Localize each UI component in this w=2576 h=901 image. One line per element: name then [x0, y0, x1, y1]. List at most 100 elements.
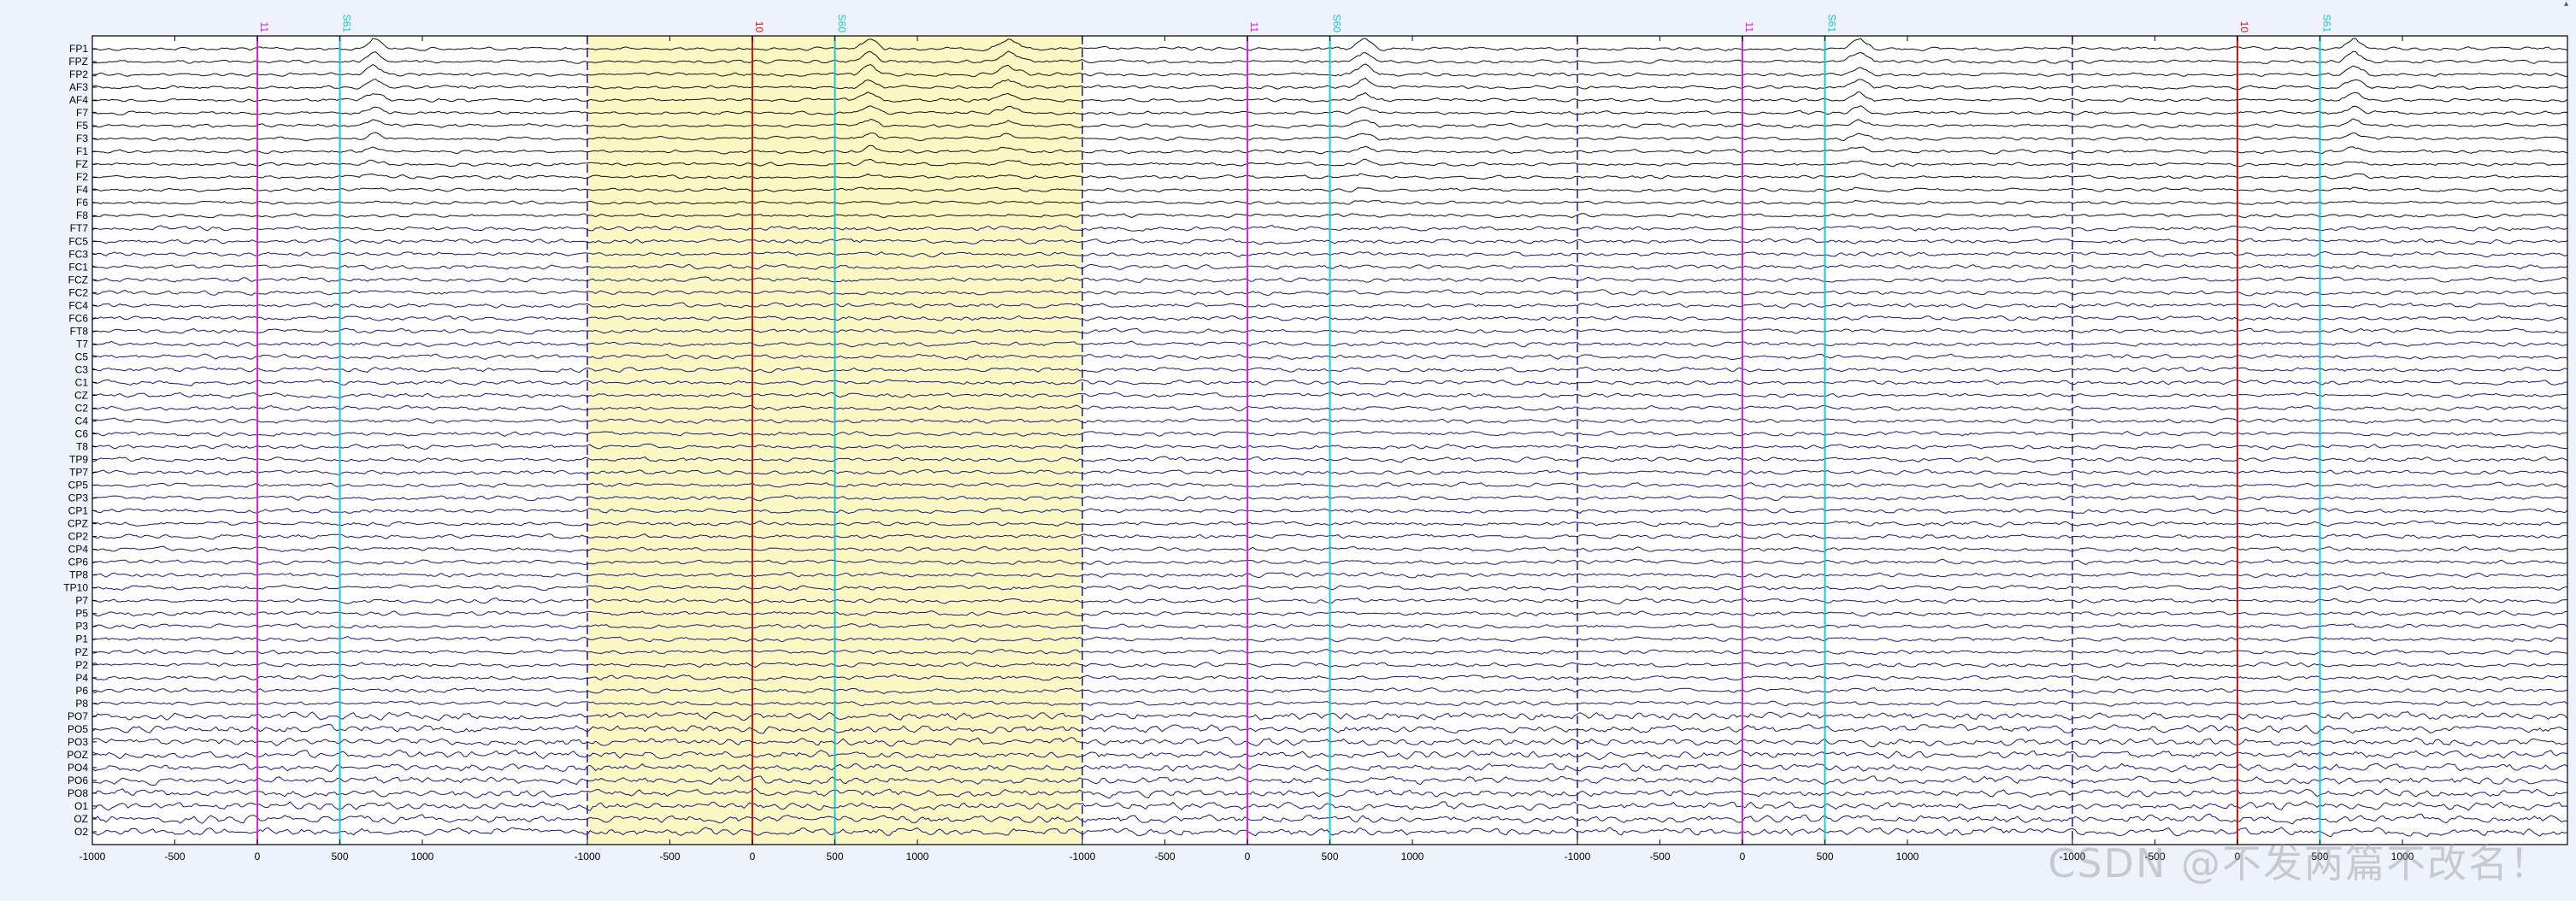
- channel-label: TP10: [63, 582, 88, 594]
- eeg-epoch-plot[interactable]: 11 S61 10 S60 11 S60 11 S61 10 S61 FP1FPZFP2AF3AF…: [0, 0, 2576, 901]
- time-tick-label: -500: [659, 851, 680, 863]
- channel-label: CP4: [68, 544, 89, 556]
- channel-label: CP1: [68, 505, 89, 517]
- time-tick-label: 500: [1816, 851, 1833, 863]
- channel-label: PO8: [68, 787, 88, 799]
- channel-label: P8: [75, 698, 88, 710]
- channel-label: OZ: [74, 813, 88, 825]
- channel-label: CP2: [68, 531, 89, 543]
- time-tick-label: 500: [2311, 851, 2328, 863]
- channel-label: CP3: [68, 492, 89, 504]
- channel-label: PO7: [68, 710, 88, 722]
- time-tick-label: 500: [826, 851, 843, 863]
- channel-label: TP7: [69, 467, 88, 479]
- time-tick-label: 500: [331, 851, 348, 863]
- channel-label-layer: FP1FPZFP2AF3AF4F7F5F3F1FZF2F4F6F8FT7FC5F…: [63, 43, 97, 838]
- channel-label: C5: [75, 350, 89, 362]
- channel-label: F7: [76, 107, 88, 119]
- channel-label: FC6: [68, 312, 88, 324]
- event-marker-label: S60: [1331, 15, 1343, 33]
- channel-label: FP1: [69, 43, 88, 55]
- time-tick-label: -1000: [80, 851, 106, 863]
- channel-label: CPZ: [68, 518, 88, 530]
- channel-label: AF4: [69, 94, 88, 106]
- channel-label: P3: [75, 621, 88, 633]
- event-marker-label: 11: [1248, 22, 1260, 33]
- channel-label: C2: [75, 402, 89, 414]
- channel-label: CZ: [74, 389, 88, 401]
- time-tick-label: -500: [1649, 851, 1670, 863]
- channel-label: AF3: [69, 81, 88, 93]
- time-tick-label: 0: [2235, 851, 2241, 863]
- channel-label: F2: [76, 171, 88, 183]
- channel-label: T8: [76, 441, 88, 453]
- time-tick-label: 1000: [906, 851, 929, 863]
- channel-label: O2: [74, 826, 88, 838]
- channel-label: F8: [76, 209, 88, 221]
- channel-label: P7: [75, 595, 88, 607]
- channel-label: F6: [76, 197, 88, 209]
- time-tick-label: 1000: [2391, 851, 2414, 863]
- channel-label: FCZ: [68, 274, 88, 286]
- time-tick-label: -500: [2144, 851, 2165, 863]
- event-marker-label: 11: [258, 22, 270, 33]
- channel-label: T7: [76, 338, 88, 350]
- time-tick-label: 0: [750, 851, 756, 863]
- channel-label: F5: [76, 120, 88, 132]
- channel-label: POZ: [67, 749, 88, 761]
- time-tick-label: -500: [1154, 851, 1175, 863]
- time-tick-label: 0: [1740, 851, 1746, 863]
- time-tick-label: -500: [164, 851, 185, 863]
- channel-label: F1: [76, 145, 88, 157]
- channel-label: C4: [75, 415, 89, 427]
- event-marker-label: 10: [753, 21, 765, 33]
- channel-label: PO6: [68, 774, 88, 786]
- time-tick-label: 0: [1245, 851, 1251, 863]
- channel-label: PZ: [75, 646, 88, 658]
- channel-label: FZ: [75, 158, 88, 170]
- channel-label: TP8: [69, 569, 88, 581]
- channel-label: F3: [76, 132, 88, 144]
- event-marker-label: S61: [2321, 15, 2333, 33]
- channel-label: FC3: [68, 248, 88, 260]
- channel-label: FT7: [70, 222, 89, 234]
- event-marker-label: 10: [2238, 21, 2250, 33]
- channel-label: CP6: [68, 556, 89, 568]
- channel-label: FC5: [68, 235, 88, 247]
- channel-label: O1: [74, 800, 88, 812]
- time-tick-label: 0: [255, 851, 261, 863]
- channel-label: F4: [76, 184, 88, 196]
- channel-label: C3: [75, 363, 89, 375]
- time-tick-label: 1000: [411, 851, 434, 863]
- time-tick-label: -1000: [575, 851, 601, 863]
- corner-mark-icon: ▴: [2564, 0, 2569, 9]
- event-marker-label: 11: [1743, 22, 1755, 33]
- channel-label: PO5: [68, 723, 88, 735]
- channel-label: CP5: [68, 480, 89, 492]
- channel-label: PO4: [68, 762, 88, 774]
- channel-label: P6: [75, 685, 88, 697]
- channel-label: FC1: [68, 261, 88, 273]
- channel-label: P1: [75, 633, 88, 645]
- channel-label: P5: [75, 608, 88, 620]
- time-tick-label: 500: [1321, 851, 1338, 863]
- time-tick-label: -1000: [2060, 851, 2086, 863]
- channel-label: P4: [75, 672, 88, 684]
- channel-label: TP9: [69, 454, 88, 466]
- channel-label: C1: [75, 376, 89, 388]
- event-marker-label: S61: [1826, 15, 1838, 33]
- channel-label: C6: [75, 427, 89, 439]
- event-marker-label: S61: [341, 15, 353, 33]
- channel-label: FP2: [69, 68, 88, 80]
- channel-label: FC2: [68, 286, 88, 298]
- channel-label: PO3: [68, 736, 88, 748]
- time-tick-label: -1000: [1565, 851, 1591, 863]
- channel-label: FPZ: [68, 56, 88, 68]
- time-tick-label: 1000: [1896, 851, 1919, 863]
- channel-label: FC4: [68, 299, 88, 311]
- event-marker-label: S60: [836, 15, 848, 33]
- channel-label: FT8: [70, 325, 89, 337]
- channel-label: P2: [75, 659, 88, 671]
- time-tick-label: -1000: [1070, 851, 1096, 863]
- time-tick-label: 1000: [1401, 851, 1424, 863]
